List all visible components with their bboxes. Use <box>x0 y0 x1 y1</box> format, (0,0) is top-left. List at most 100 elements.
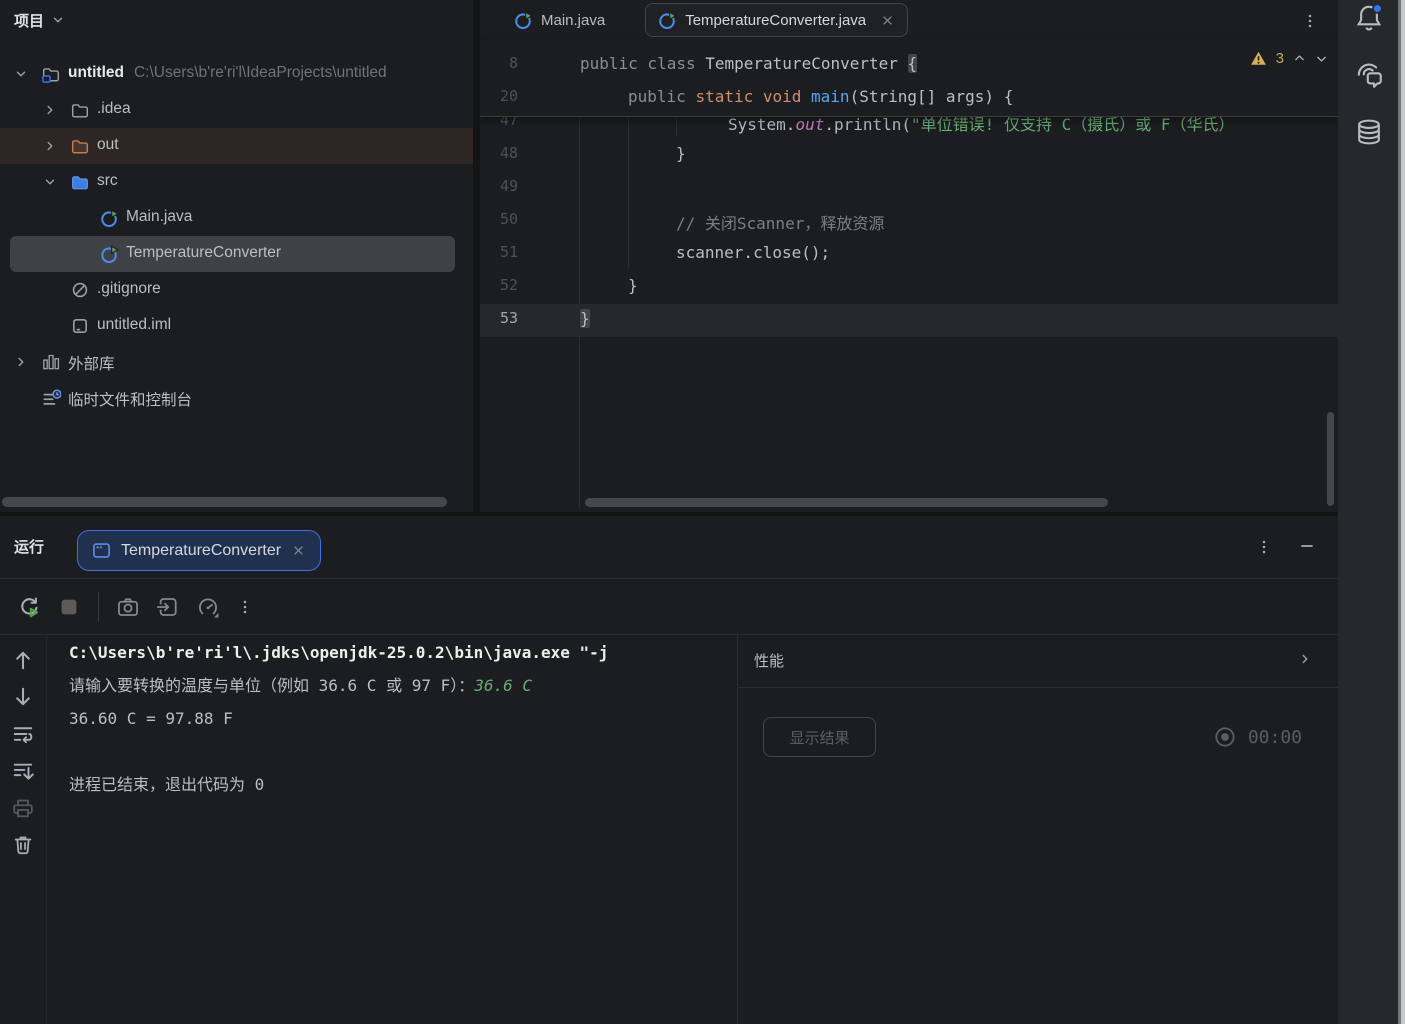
run-content: C:\Users\b're'ri'l\.jdks\openjdk-25.0.2\… <box>0 634 1338 1024</box>
chevron-up-icon[interactable] <box>1293 52 1306 65</box>
run-header: 运行 TemperatureConverter <box>0 516 1338 578</box>
prev-occurrence-icon[interactable] <box>12 649 34 671</box>
chevron-right-icon[interactable] <box>14 355 28 369</box>
rerun-icon[interactable] <box>18 596 40 618</box>
print-icon[interactable] <box>12 797 34 819</box>
close-icon[interactable] <box>880 13 895 28</box>
chevron-right-icon[interactable] <box>43 139 57 153</box>
java-class-icon <box>514 11 533 30</box>
folder-excluded-icon <box>71 137 89 155</box>
ignored-file-icon <box>71 281 89 299</box>
tree-item-path: C:\Users\b're'ri'l\IdeaProjects\untitled <box>134 64 387 81</box>
timer: 00:00 <box>1214 726 1302 748</box>
run-panel-title: 运行 <box>14 536 44 557</box>
code-text: } <box>628 276 638 295</box>
code-line-51: 51scanner.close(); <box>480 238 1338 271</box>
tree-item-label: out <box>97 136 119 154</box>
line-number: 50 <box>480 210 518 228</box>
code-line-53: 53} <box>480 304 1338 337</box>
project-tool-window: 项目 untitledC:\Users\b're'ri'l\IdeaProjec… <box>0 0 473 512</box>
tree-item-.gitignore[interactable]: .gitignore <box>0 272 473 308</box>
tree-item-untitled[interactable]: untitledC:\Users\b're'ri'l\IdeaProjects\… <box>0 56 473 92</box>
kebab-icon[interactable] <box>237 597 253 617</box>
run-toolbar <box>0 578 1338 635</box>
tree-item-label: .gitignore <box>97 280 161 298</box>
window-scrollbar[interactable] <box>1398 0 1405 1024</box>
inspections-widget[interactable]: 3 <box>1250 50 1328 67</box>
run-kebab-icon[interactable] <box>1256 537 1272 557</box>
code-text: public class TemperatureConverter { <box>580 54 917 73</box>
code-text: } <box>676 144 686 163</box>
external-libraries-icon <box>42 353 60 371</box>
stop-icon[interactable] <box>58 596 80 618</box>
editor-tab-main.java[interactable]: Main.java <box>502 4 617 36</box>
toolbar-divider <box>98 592 99 622</box>
close-icon[interactable] <box>291 543 306 558</box>
console-line <box>47 735 737 768</box>
console-line: 36.60 C = 97.88 F <box>47 702 737 735</box>
console-line: C:\Users\b're'ri'l\.jdks\openjdk-25.0.2\… <box>47 636 737 669</box>
chevron-down-icon[interactable] <box>43 175 57 189</box>
warning-icon <box>1250 50 1267 67</box>
database-icon[interactable] <box>1355 118 1383 146</box>
code-text: // 关闭Scanner，释放资源 <box>676 210 884 234</box>
editor-tab-temperatureconverter.java[interactable]: TemperatureConverter.java <box>645 3 908 37</box>
line-number: 20 <box>480 87 518 105</box>
java-class-icon <box>658 11 677 30</box>
code-line-50: 50 // 关闭Scanner，释放资源 <box>480 205 1338 238</box>
chevron-down-icon[interactable] <box>1315 52 1328 65</box>
tree-item-label: Main.java <box>126 208 192 226</box>
tree-item-src[interactable]: src <box>0 164 473 200</box>
scroll-to-end-icon[interactable] <box>12 760 34 782</box>
tree-item-untitled.iml[interactable]: untitled.iml <box>0 308 473 344</box>
minimize-icon[interactable] <box>1297 538 1317 554</box>
console-line: 请输入要转换的温度与单位（例如 36.6 C 或 97 F）：36.6 C <box>47 669 737 702</box>
sticky-lines: 8public class TemperatureConverter {20pu… <box>480 40 1338 117</box>
chevron-right-icon[interactable] <box>43 103 57 117</box>
tree-item-label: 临时文件和控制台 <box>68 388 192 410</box>
folder-icon <box>71 101 89 119</box>
scratches-icon <box>42 389 61 408</box>
console-output[interactable]: C:\Users\b're'ri'l\.jdks\openjdk-25.0.2\… <box>47 634 737 1024</box>
editor-horizontal-scrollbar[interactable] <box>585 498 1108 507</box>
tree-item--[interactable]: 外部库 <box>0 344 473 380</box>
tree-item-temperatureconverter[interactable]: TemperatureConverter <box>10 236 455 272</box>
exit-to-app-icon[interactable] <box>157 596 179 618</box>
run-tab-label: TemperatureConverter <box>121 542 281 560</box>
ai-assistant-icon[interactable] <box>1355 60 1383 88</box>
screenshot-icon[interactable] <box>117 596 139 618</box>
intellij-window: 项目 untitledC:\Users\b're'ri'l\IdeaProjec… <box>0 0 1405 1024</box>
tree-item-out[interactable]: out <box>0 128 473 164</box>
performance-header[interactable]: 性能 <box>738 634 1338 688</box>
show-results-button[interactable]: 显示结果 <box>763 717 876 757</box>
editor-kebab-icon[interactable] <box>1302 11 1318 31</box>
soft-wrap-icon[interactable] <box>12 723 34 745</box>
java-class-icon <box>100 209 119 228</box>
clear-all-icon[interactable] <box>12 834 34 856</box>
code-line-20: 20 public static void main(String[] args)… <box>480 82 1338 115</box>
tree-item-.idea[interactable]: .idea <box>0 92 473 128</box>
next-occurrence-icon[interactable] <box>12 686 34 708</box>
tree-item--[interactable]: 临时文件和控制台 <box>0 380 473 416</box>
chevron-down-icon[interactable] <box>14 67 28 81</box>
code-text: } <box>580 309 590 328</box>
editor-area[interactable]: Main.javaTemperatureConverter.java 47Sys… <box>480 0 1338 512</box>
console-toolbar <box>0 634 47 1024</box>
project-horizontal-scrollbar[interactable] <box>2 497 447 507</box>
gauge-icon[interactable] <box>197 596 219 618</box>
tree-item-main.java[interactable]: Main.java <box>0 200 473 236</box>
tree-item-label: TemperatureConverter <box>126 244 281 262</box>
java-class-icon <box>100 245 119 264</box>
record-icon <box>1214 726 1236 748</box>
line-number: 52 <box>480 276 518 294</box>
timer-value: 00:00 <box>1248 727 1302 748</box>
run-tab[interactable]: TemperatureConverter <box>77 530 321 571</box>
editor-vertical-scrollbar[interactable] <box>1327 412 1334 506</box>
code-text: public static void main(String[] args) { <box>628 87 1013 106</box>
line-number: 51 <box>480 243 518 261</box>
chevron-right-icon[interactable] <box>1298 652 1312 666</box>
performance-panel: 性能 显示结果 00:00 <box>737 634 1338 1024</box>
notifications-icon[interactable] <box>1355 4 1383 32</box>
iml-file-icon <box>71 317 89 335</box>
project-panel-header[interactable]: 项目 <box>0 0 473 40</box>
